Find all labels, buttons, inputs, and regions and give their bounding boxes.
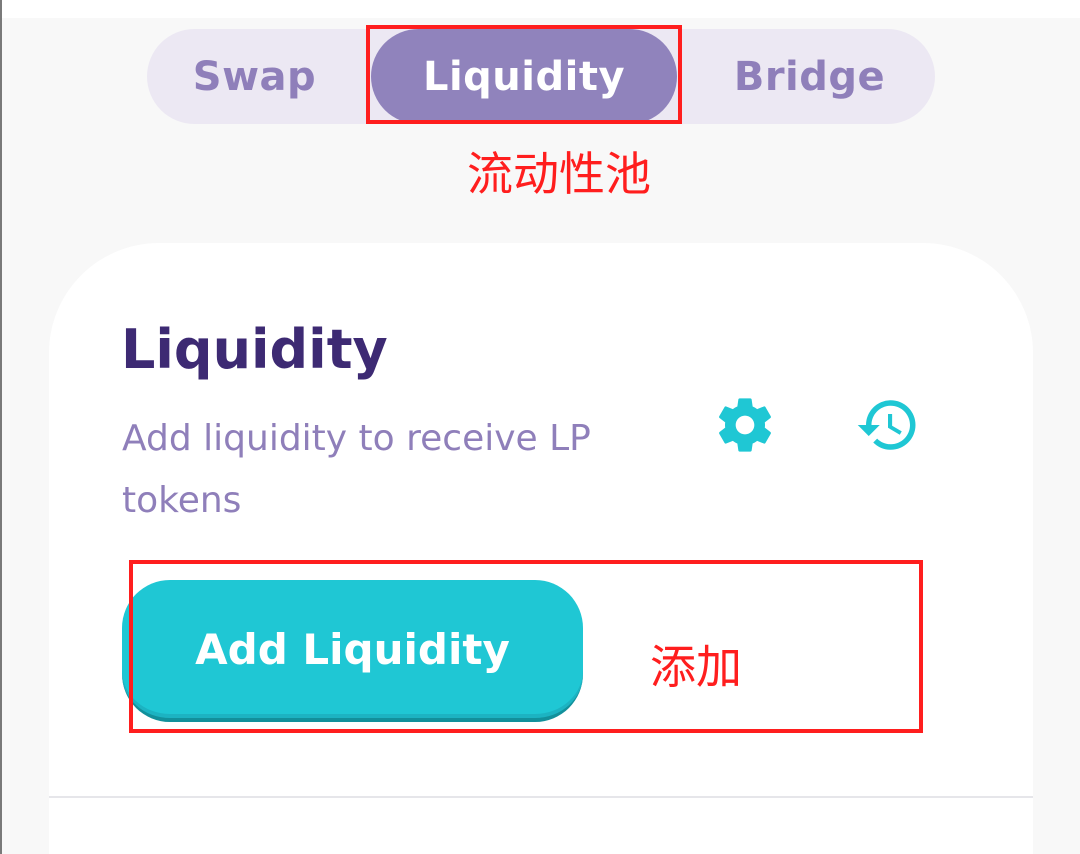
history-button[interactable] bbox=[853, 390, 923, 460]
tab-bridge[interactable]: Bridge bbox=[707, 29, 912, 124]
settings-button[interactable] bbox=[710, 390, 780, 460]
tab-swap[interactable]: Swap bbox=[157, 29, 352, 124]
card-title: Liquidity bbox=[121, 318, 388, 381]
app-screen: Swap Liquidity Bridge Liquidity Add liqu… bbox=[0, 0, 1080, 854]
annotation-label-add: 添加 bbox=[650, 640, 742, 694]
tab-bar: Swap Liquidity Bridge bbox=[147, 29, 935, 124]
tab-liquidity[interactable]: Liquidity bbox=[371, 29, 677, 124]
annotation-label-tab: 流动性池 bbox=[467, 147, 651, 201]
top-bar bbox=[0, 0, 1080, 18]
screen-edge bbox=[0, 0, 2, 854]
add-liquidity-button[interactable]: Add Liquidity bbox=[122, 580, 583, 722]
history-icon bbox=[857, 400, 916, 450]
card-divider bbox=[49, 796, 1033, 798]
gear-icon bbox=[719, 398, 771, 452]
card-subtitle: Add liquidity to receive LP tokens bbox=[122, 418, 591, 521]
